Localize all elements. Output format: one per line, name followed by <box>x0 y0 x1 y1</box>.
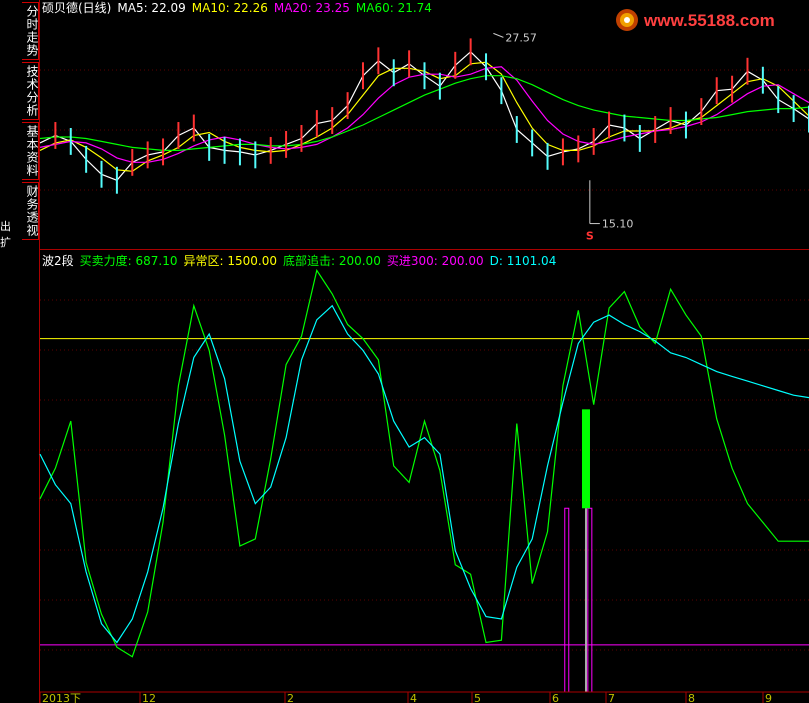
signal-bar <box>581 409 590 509</box>
high-label: 27.57 <box>505 31 537 44</box>
x-tick-label: 6 <box>552 692 559 703</box>
x-tick-label: 2013下 <box>42 692 81 703</box>
low-label: 15.10 <box>602 218 634 231</box>
high-marker <box>493 32 504 38</box>
x-tick-label: 7 <box>608 692 615 703</box>
x-tick-label: 8 <box>688 692 695 703</box>
signal-label: S <box>586 230 594 243</box>
series-line <box>39 304 809 644</box>
x-tick-label: 4 <box>410 692 417 703</box>
x-tick-label: 9 <box>765 692 772 703</box>
x-tick-label: 12 <box>142 692 156 703</box>
series-line <box>39 268 809 658</box>
x-tick-label: 5 <box>474 692 481 703</box>
chart-canvas: 27.57 15.10 S 2013下 12 2 4 5 6 7 8 9 <box>39 31 809 703</box>
x-tick-label: 2 <box>287 692 294 703</box>
